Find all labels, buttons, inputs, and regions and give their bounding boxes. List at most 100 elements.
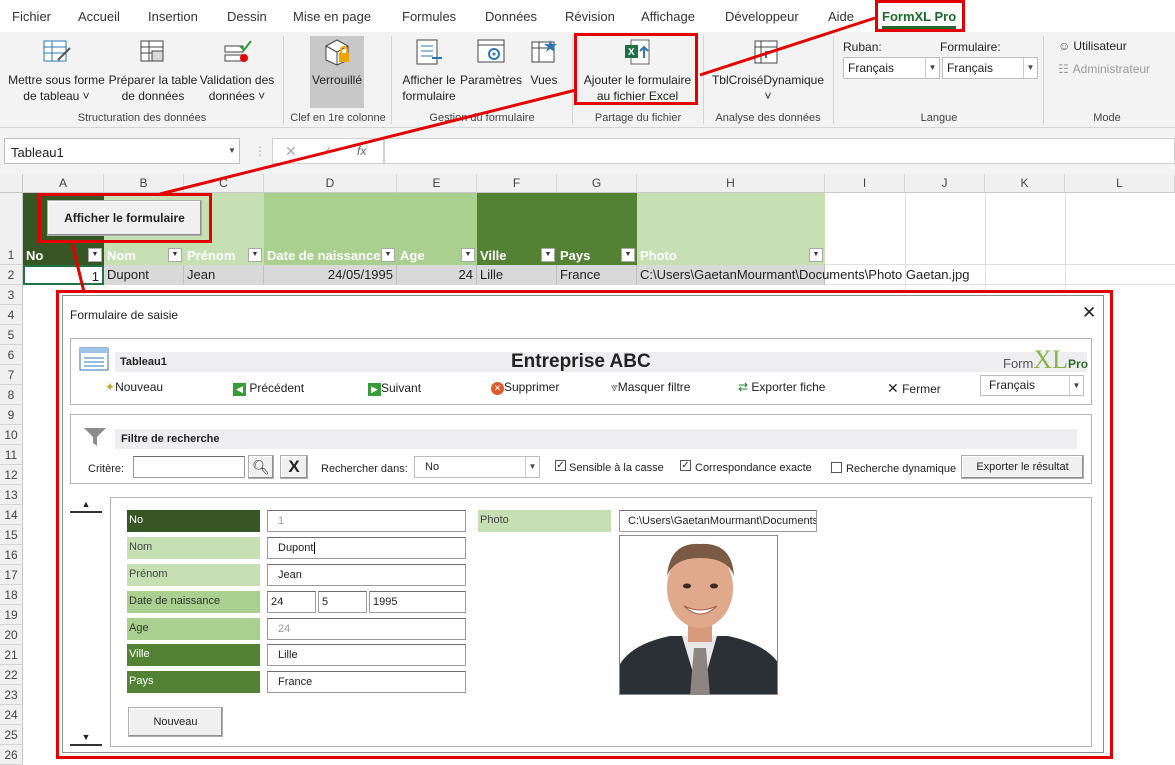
col-header-g[interactable]: G xyxy=(557,174,637,193)
verrouille-button[interactable]: Verrouillé xyxy=(310,36,364,108)
menu-donnees[interactable]: Données xyxy=(485,9,537,24)
row-header[interactable]: 8 xyxy=(0,385,23,405)
col-header-k[interactable]: K xyxy=(985,174,1065,193)
col-header-e[interactable]: E xyxy=(397,174,477,193)
col-header-i[interactable]: I xyxy=(825,174,905,193)
row-header[interactable]: 9 xyxy=(0,405,23,425)
menu-formules[interactable]: Formules xyxy=(402,9,456,24)
row-header[interactable]: 25 xyxy=(0,725,23,745)
show-form-button[interactable]: Afficher le formulaire xyxy=(398,72,460,104)
ribbon-separator xyxy=(283,36,284,124)
user-mode-button[interactable]: ☺ Utilisateur xyxy=(1058,38,1127,54)
row-header[interactable]: 10 xyxy=(0,425,23,445)
row-header[interactable]: 17 xyxy=(0,565,23,585)
row-header[interactable]: 16 xyxy=(0,545,23,565)
menu-affichage[interactable]: Affichage xyxy=(641,9,695,24)
admin-mode-button[interactable]: ☷ Administrateur xyxy=(1058,61,1150,77)
confirm-icon[interactable]: ✓ xyxy=(321,143,333,160)
filter-dropdown-icon[interactable]: ▼ xyxy=(461,248,475,262)
row-header[interactable]: 24 xyxy=(0,705,23,725)
menu-mise-en-page[interactable]: Mise en page xyxy=(293,9,371,24)
menu-fichier[interactable]: Fichier xyxy=(12,9,51,24)
ribbon-separator xyxy=(833,36,834,124)
row-header[interactable]: 18 xyxy=(0,585,23,605)
row-header[interactable]: 21 xyxy=(0,645,23,665)
row-header[interactable]: 7 xyxy=(0,365,23,385)
row-header[interactable]: 3 xyxy=(0,285,23,305)
row-header[interactable]: 5 xyxy=(0,325,23,345)
cell-ville[interactable]: Lille xyxy=(477,265,557,285)
row-header[interactable]: 14 xyxy=(0,505,23,525)
col-header-f[interactable]: F xyxy=(477,174,557,193)
filter-dropdown-icon[interactable]: ▼ xyxy=(248,248,262,262)
col-header-j[interactable]: J xyxy=(905,174,985,193)
cell-photo[interactable]: C:\Users\GaetanMourmant\Documents\Photo … xyxy=(637,265,970,285)
prepare-table-button[interactable]: Préparer la table de données xyxy=(106,72,200,104)
lock-cube-icon xyxy=(325,39,349,66)
cell-nom[interactable]: Dupont xyxy=(104,265,184,285)
settings-button[interactable]: Paramètres xyxy=(458,72,524,88)
col-header-b[interactable]: B xyxy=(104,174,184,193)
row-header[interactable]: 12 xyxy=(0,465,23,485)
filter-dropdown-icon[interactable]: ▼ xyxy=(809,248,823,262)
row-header[interactable]: 15 xyxy=(0,525,23,545)
row-header[interactable]: 2 xyxy=(0,265,23,285)
col-header-l[interactable]: L xyxy=(1065,174,1175,193)
data-validation-button[interactable]: Validation des données ˅ xyxy=(197,72,277,104)
user-icon: ☺ xyxy=(1058,39,1071,53)
cell-no[interactable]: 1 xyxy=(23,265,104,285)
ruban-language-select[interactable]: Français ▼ xyxy=(843,57,940,79)
cancel-icon[interactable]: ✕ xyxy=(285,143,297,160)
views-button[interactable]: Vues xyxy=(525,72,563,88)
menu-accueil[interactable]: Accueil xyxy=(78,9,120,24)
row-header[interactable]: 4 xyxy=(0,305,23,325)
row-header[interactable]: 22 xyxy=(0,665,23,685)
menu-insertion[interactable]: Insertion xyxy=(148,9,198,24)
group-partage: Partage du fichier xyxy=(594,112,682,124)
form-language-select[interactable]: Français ▼ xyxy=(942,57,1038,79)
fx-icon[interactable]: fx xyxy=(357,144,366,158)
filter-dropdown-icon[interactable]: ▼ xyxy=(88,248,102,262)
cell-age[interactable]: 24 xyxy=(397,265,477,285)
gridline xyxy=(1065,193,1066,295)
menu-dessin[interactable]: Dessin xyxy=(227,9,267,24)
cell-prenom[interactable]: Jean xyxy=(184,265,264,285)
col-header-d[interactable]: D xyxy=(264,174,397,193)
cell-pays[interactable]: France xyxy=(557,265,637,285)
highlight-dialog xyxy=(56,290,1113,759)
header-pays: Pays ▼ xyxy=(557,193,637,265)
formula-input[interactable] xyxy=(384,138,1175,164)
col-header-c[interactable]: C xyxy=(184,174,264,193)
data-validation-icon xyxy=(224,40,252,62)
row-header[interactable]: 13 xyxy=(0,485,23,505)
show-form-icon xyxy=(416,39,442,65)
filter-dropdown-icon[interactable]: ▼ xyxy=(541,248,555,262)
menu-developpeur[interactable]: Développeur xyxy=(725,9,799,24)
name-box[interactable]: Tableau1 ▼ xyxy=(4,138,240,164)
row-header[interactable]: 6 xyxy=(0,345,23,365)
row-header[interactable]: 20 xyxy=(0,625,23,645)
row-header[interactable]: 23 xyxy=(0,685,23,705)
col-header-a[interactable]: A xyxy=(23,174,104,193)
filter-dropdown-icon[interactable]: ▼ xyxy=(168,248,182,262)
group-analyse: Analyse des données xyxy=(715,112,821,124)
row-header[interactable]: 26 xyxy=(0,745,23,765)
cell-date[interactable]: 24/05/1995 xyxy=(264,265,397,285)
col-header-h[interactable]: H xyxy=(637,174,825,193)
row-header[interactable]: 1 xyxy=(0,193,23,265)
row-header[interactable]: 11 xyxy=(0,445,23,465)
select-all-corner[interactable] xyxy=(0,174,23,193)
filter-dropdown-icon[interactable]: ▼ xyxy=(621,248,635,262)
row-header[interactable]: 19 xyxy=(0,605,23,625)
pivot-table-button[interactable]: TblCroiséDynamique ˅ xyxy=(706,72,830,104)
header-ville: Ville ▼ xyxy=(477,193,557,265)
menu-revision[interactable]: Révision xyxy=(565,9,615,24)
menu-aide[interactable]: Aide xyxy=(828,9,854,24)
group-mode: Mode xyxy=(1093,112,1121,124)
ribbon-separator xyxy=(1043,36,1044,124)
filter-dropdown-icon[interactable]: ▼ xyxy=(381,248,395,262)
formula-buttons: ✕ ✓ fx xyxy=(272,138,384,164)
format-as-table-button[interactable]: Mettre sous forme de tableau ˅ xyxy=(4,72,109,104)
chevron-down-icon: ▼ xyxy=(1023,58,1037,78)
highlight-add-form xyxy=(574,33,698,105)
